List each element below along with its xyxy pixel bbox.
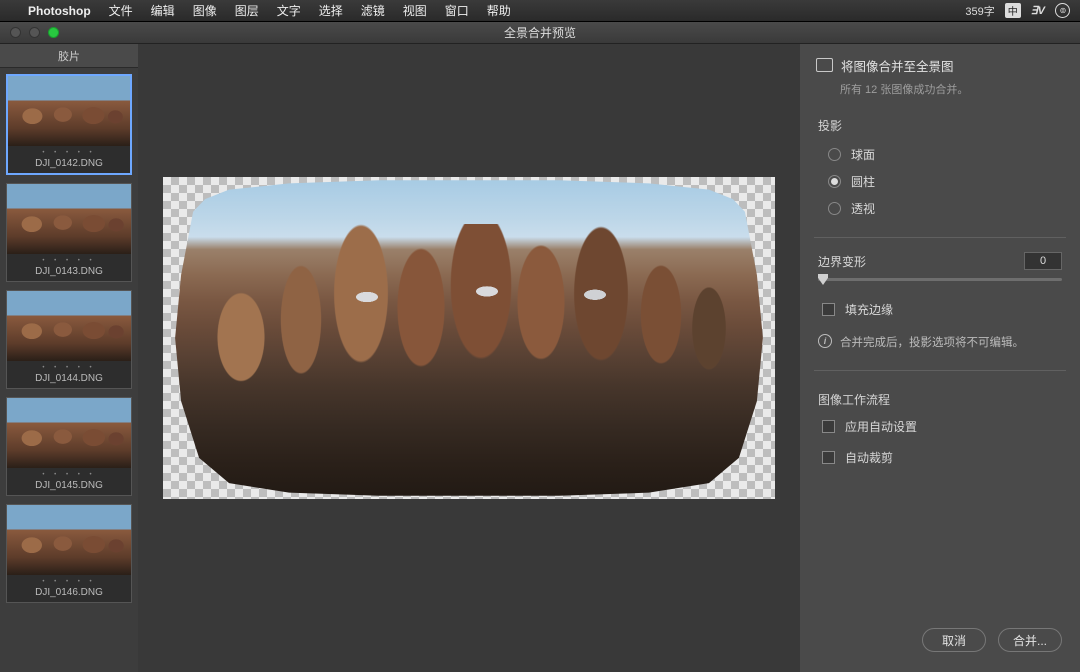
menu-image[interactable]: 图像	[193, 2, 217, 19]
menu-window[interactable]: 窗口	[445, 2, 469, 19]
panel-heading: 将图像合并至全景图	[841, 56, 954, 75]
thumbnail[interactable]: • • • • • DJI_0143.DNG	[6, 183, 132, 282]
info-icon: i	[818, 334, 832, 348]
thumbnail-image	[7, 505, 131, 575]
menu-select[interactable]: 选择	[319, 2, 343, 19]
boundary-warp-slider[interactable]	[818, 278, 1062, 281]
merge-panorama-icon	[818, 60, 833, 72]
app-name[interactable]: Photoshop	[28, 4, 91, 18]
ime-indicator[interactable]: 中	[1005, 3, 1021, 18]
menu-edit[interactable]: 编辑	[151, 2, 175, 19]
checkbox-icon	[822, 451, 835, 464]
creative-cloud-icon[interactable]: ⊚	[1055, 3, 1070, 18]
info-text: 合并完成后，投影选项将不可编辑。	[840, 334, 1024, 350]
panorama-image	[169, 180, 769, 496]
radio-label: 圆柱	[851, 173, 875, 190]
options-panel: 将图像合并至全景图 所有 12 张图像成功合并。 投影 球面 圆柱 透视 边界变…	[800, 44, 1080, 672]
filmstrip-scroll[interactable]: • • • • • DJI_0142.DNG • • • • • DJI_014…	[0, 68, 138, 672]
thumbnail-image	[7, 291, 131, 361]
preview-area[interactable]	[138, 44, 800, 672]
thumbnail-label: DJI_0145.DNG	[35, 480, 103, 491]
rating-dots: • • • • •	[42, 361, 95, 373]
menu-filter[interactable]: 滤镜	[361, 2, 385, 19]
thumbnail-image	[8, 76, 130, 146]
thumbnail-image	[7, 398, 131, 468]
divider	[814, 237, 1066, 238]
checkbox-auto-crop[interactable]: 自动裁剪	[818, 445, 1062, 470]
cancel-button[interactable]: 取消	[922, 628, 986, 652]
radio-cylindrical[interactable]: 圆柱	[828, 173, 1062, 190]
rating-dots: • • • • •	[42, 468, 95, 480]
merge-status-text: 所有 12 张图像成功合并。	[840, 81, 1062, 97]
radio-label: 透视	[851, 200, 875, 217]
slider-thumb-icon[interactable]	[818, 274, 828, 285]
window-minimize-button[interactable]	[29, 27, 40, 38]
status-wordcount: 359字	[965, 3, 994, 19]
checkbox-fill-edges[interactable]: 填充边缘	[818, 297, 1062, 322]
radio-icon	[828, 148, 841, 161]
thumbnail-image	[7, 184, 131, 254]
divider	[814, 370, 1066, 371]
radio-spherical[interactable]: 球面	[828, 146, 1062, 163]
boundary-warp-input[interactable]	[1024, 252, 1062, 270]
menu-type[interactable]: 文字	[277, 2, 301, 19]
window-close-button[interactable]	[10, 27, 21, 38]
boundary-warp-label: 边界变形	[818, 253, 866, 270]
rating-dots: • • • • •	[42, 575, 95, 587]
checkbox-label: 应用自动设置	[845, 418, 917, 435]
projection-section-title: 投影	[818, 117, 1062, 134]
menu-help[interactable]: 帮助	[487, 2, 511, 19]
filmstrip-panel: 胶片 • • • • • DJI_0142.DNG • • • • • DJI_…	[0, 44, 138, 672]
rating-dots: • • • • •	[42, 146, 95, 158]
menu-layer[interactable]: 图层	[235, 2, 259, 19]
radio-icon	[828, 175, 841, 188]
radio-icon	[828, 202, 841, 215]
menu-view[interactable]: 视图	[403, 2, 427, 19]
mac-menubar: Photoshop 文件 编辑 图像 图层 文字 选择 滤镜 视图 窗口 帮助 …	[0, 0, 1080, 22]
window-titlebar: 全景合并预览	[0, 22, 1080, 44]
thumbnail-label: DJI_0146.DNG	[35, 587, 103, 598]
thumbnail[interactable]: • • • • • DJI_0142.DNG	[6, 74, 132, 175]
checkbox-icon	[822, 420, 835, 433]
radio-perspective[interactable]: 透视	[828, 200, 1062, 217]
menu-extra-icon[interactable]: ∃V	[1031, 4, 1045, 17]
window-zoom-button[interactable]	[48, 27, 59, 38]
thumbnail-label: DJI_0144.DNG	[35, 373, 103, 384]
checkbox-label: 自动裁剪	[845, 449, 893, 466]
panorama-canvas	[163, 177, 775, 499]
rating-dots: • • • • •	[42, 254, 95, 266]
thumbnail[interactable]: • • • • • DJI_0145.DNG	[6, 397, 132, 496]
thumbnail-label: DJI_0142.DNG	[35, 158, 103, 169]
thumbnail[interactable]: • • • • • DJI_0144.DNG	[6, 290, 132, 389]
menu-file[interactable]: 文件	[109, 2, 133, 19]
merge-button[interactable]: 合并...	[998, 628, 1062, 652]
thumbnail[interactable]: • • • • • DJI_0146.DNG	[6, 504, 132, 603]
filmstrip-header: 胶片	[0, 44, 138, 68]
thumbnail-label: DJI_0143.DNG	[35, 266, 103, 277]
radio-label: 球面	[851, 146, 875, 163]
checkbox-auto-settings[interactable]: 应用自动设置	[818, 414, 1062, 439]
window-title: 全景合并预览	[0, 24, 1080, 41]
workflow-section-title: 图像工作流程	[818, 391, 1062, 408]
checkbox-label: 填充边缘	[845, 301, 893, 318]
checkbox-icon	[822, 303, 835, 316]
